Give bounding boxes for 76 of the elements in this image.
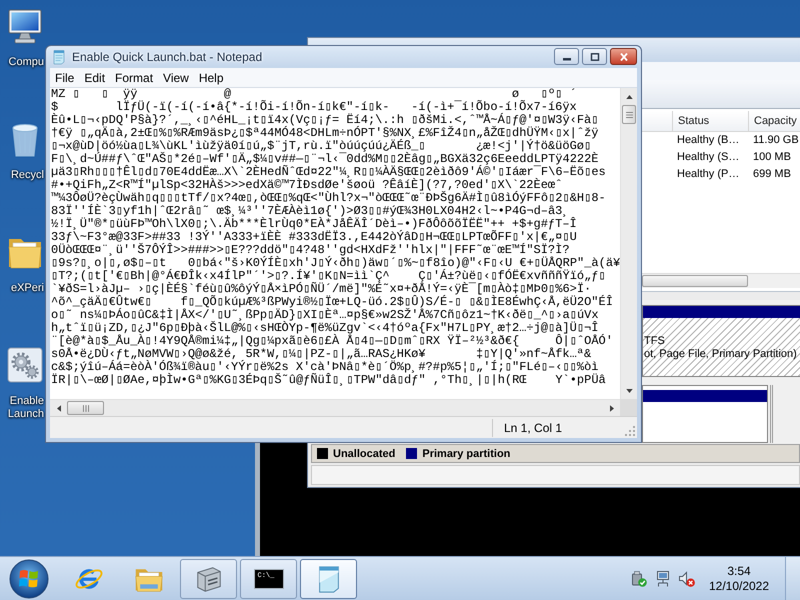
text-line: Èû•L▯¬‹pDQ'P§à}?´,_¸‹▯^éHL_¡t▯ï4x(Vç▯¡ƒ= Ëí4;\.:h ▯ðšMi.<,ˆ™Å~Á▯ƒ@'¤▯W3ÿ‹Fà▯	[51, 114, 598, 127]
text-line: c&$;ýîú–Áá=èòÀ'Óß¾ï®àu▯'‹YÝr▯ë%2s X'cà'ÞNâ▯*è▯´Ö%p¸#?#p%5¦▯„'Í;▯"FLé▯–‹▯▯%òì	[51, 361, 598, 374]
scrollbar-thumb[interactable]	[622, 105, 636, 124]
table-cell-text: 11.90 GB	[752, 133, 800, 148]
menu-item[interactable]: Format	[110, 68, 158, 87]
speaker-muted-icon[interactable]	[679, 570, 695, 586]
legend-label: Primary partition	[422, 448, 510, 460]
drive-check-icon[interactable]	[631, 570, 647, 586]
partition-label: TFS	[643, 335, 665, 348]
clock-time[interactable]: 3:54	[727, 564, 751, 578]
maximize-icon	[590, 52, 600, 60]
partition-block[interactable]	[642, 385, 768, 443]
text-line: `¥ðS=l›àJµ– ›▯ç|ÈÉ§`féù▯û%ôýÝ▯Å×ìPÓ▯ÑÜ´/më]"%É˜x¤+ðÅ!Ý=‹ÿÈ¯[m▯Àò‡▯MÞ0▯%6>Ï·	[51, 283, 592, 296]
text-line: o▯˜ ns¼▯ÞÁo▯ûC&‡Ì|ÅX</'▯U˜¸ßPp▯ÄD}▯XI▯Èª…¤p§€»w2SŽ'Å%7Cñ▯ôz1~†K‹ðë▯_^▯›a▯úVx	[51, 309, 599, 322]
grip-lines-icon	[82, 404, 88, 412]
menu-item[interactable]: File	[50, 68, 80, 87]
computer-icon[interactable]	[7, 8, 43, 44]
triangle-down-icon	[626, 388, 632, 392]
text-line: ™¼3ÔøÜ?èçÙwäh▯q▯▯▯tTf/▯x?4œ▯,òŒŒ▯%qŒ<"Ùhl?x¬"òŒŒŒ˜œ¨ÐÞŠg6Ä#Ì▯û8ìÓýFFô▯2▯&H▯8-	[51, 192, 606, 205]
icon-label[interactable]: eXPeri	[10, 282, 44, 295]
text-line: ▯9s?▯¸o|▯,ø$▯–▯t 0▯bá‹"š›K0ÝÍÈ▯xh'J▯Ý‹ðh▯)äw▯´▯%~▯f8îo)@"‹F▯‹U €+▯ÜÅQRP"_à(ä¥	[51, 257, 620, 270]
column-header[interactable]: Capacity	[749, 111, 800, 131]
text-line: s0Å•ë¿DÙ‹ƒt„NøMVW▯›Q@ø&žé, 5R*W,▯¼▯|PZ-▯|„ã…RAS¿HKø¥ ‡▯Y|Q'»nf~Åfk…ª&	[51, 348, 592, 361]
table-cell-text: 699 MB	[752, 167, 792, 182]
text-line: µä3▯Rh▯▯▯†Êl▯d▯70E4ddËæ…X\`2ÈHedÑˆŒd¤22"¼¸R▯▯¼ÀÄ§ŒŒ▯2èìðô9'Á©'▯Iáær¯F\6–Ëõ▯es	[51, 166, 606, 179]
triangle-right-icon	[610, 404, 614, 412]
text-line: 0ÜòŒŒŒ¤¨¸ü''Š7ÔÝÎ>>###>>▯E???ddö"▯4?48''gd<HXdFž''hlx|"|FFF˜œ¨œE™Í"SÏ?Ì?	[51, 244, 570, 257]
icon-label[interactable]: Enable Launch	[8, 395, 44, 421]
text-line: ^õ^_çäÄ▯€Ûtw€▯ f▯_QÕ▯kúµÆ%³ßPWyi®½▯Ïœ+LQ-üó.2$▯Û)S/É-▯ ▯&▯ÌE8ÉwhÇ‹Å,ëÜ2O"ÉÎ	[51, 296, 613, 309]
maximize-button[interactable]	[582, 48, 607, 65]
legend-label: Unallocated	[333, 448, 396, 460]
network-icon[interactable]	[655, 570, 671, 586]
text-line: †€ÿ ▯„qÄ▯à,2±Œ▯%▯%RÆm9äsÞ¿▯$ª44MÓ48<DHLm÷nÓPT'§%NX¸£%FîŽ4▯n„åŽŒ▯dhÜŸM‹▯x|ˆžÿ	[51, 127, 598, 140]
cursor-position: Ln 1, Col 1	[504, 420, 562, 434]
text-line: 83Ï''ÍÈ`3▯yf1h|ˆŒ2râ▯˜ œ$¸¼³''7ÈÆÀèì1ø{')>Ø3▯▯#ýŒ¾3H0LX04H2‹l~•P4G¬d–â3¸	[51, 205, 570, 218]
partition-block[interactable]: TFS ot, Page File, Primary Partition)	[642, 305, 800, 377]
menu-item[interactable]: View	[158, 68, 194, 87]
icon-label[interactable]: Compu	[8, 56, 44, 69]
vertical-scrollbar[interactable]	[620, 88, 637, 399]
text-line: ▯T?;(▯t['€▯Bh|@°Á€ÐÎk‹x4ÍlP"´'>▯?.Í¥'▯K▯N=ìì`Ç^ Ç▯'Á±?ùë▯‹▯fÓË€xvñññŸïó„ƒ▯	[51, 270, 606, 283]
table-cell-text: Healthy (P…	[676, 167, 740, 182]
text-line: MZ ▯ ▯ ÿÿ @ ø ▯º▯ ´	[51, 88, 577, 101]
text-line: h„tˆï▯ü¡ZD,▯¿J"6p▯Ðþà‹ŠlL@%▯‹sHŒÒYp-¶ë%üZgv`<‹4†óºa{Fx"H7L▯PY¸æ†2…÷j@▯à]Ü▯¬Î	[51, 322, 598, 335]
scrollbar-thumb[interactable]	[642, 275, 748, 287]
gears-icon[interactable]	[7, 347, 43, 383]
text-line: F▯\¸d~Ú##ƒ\ˆŒ"AŠ▯*2é▯–Wf'▯Ä„$¼▯v##—▯¨¬l‹¯0dd%M▯▯2Èâg▯„BGXä32ç6EeeddLPTÿ4222È	[51, 153, 598, 166]
table-cell-text: Healthy (S…	[676, 150, 740, 165]
text-line: 33ƒ\~F3°æ@33F>##33 !3Ý''A333+ïÈÈ #333dËÏ3.,E442òÝâD▯H¬ŒŒ▯LPTœÕFF▯'x|€„¤▯U	[51, 231, 577, 244]
text-line: $ lÏƒÜ(-ï(-í(-í•â{*-í!Õi-í!Õn-í▯k€"-í▯k- -í(-ì+¯í!Õbo-í!Õx7-í6ÿx	[51, 101, 577, 114]
menu-item[interactable]: Help	[194, 68, 229, 87]
grip-lines-icon	[626, 112, 632, 118]
text-line: ¨[è@*à▯$_Åu_À▯!4Y9QÅ®mi¼‡„|Qg▯¼pxã▯è6▯£À Å▯4▯—▯D▯mˆ▯RX ŸÏ–²½³&ð€{ Ô|▯ˆOÅÓ'	[51, 335, 613, 348]
text-line: ▯¬x@ùD|öó½ùa▯L¾\ùKL'ìùžÿä0í▯ú„$¨jT,rù.ï"òúúçúú¿ÄÉß_▯ ¿æ!<j'|Ý†ö&üöGø▯	[51, 140, 592, 153]
text-line: ÏR|▯\–œØ|▯ØAe,¤þÌw•Gª▯%KG▯3ÉÞq▯Š˜û@ƒÑüÎ▯¸▯TPW"dâ▯dƒ" ,°Th▯¸|▯|h(RŒ Y`•pPÜâ	[51, 374, 606, 387]
menu-item[interactable]: Edit	[79, 68, 110, 87]
triangle-left-icon	[56, 404, 60, 412]
size-grip-icon[interactable]	[625, 426, 635, 436]
column-header[interactable]: Status	[673, 111, 749, 131]
text-line: ½!Ï¸Ü"®*▯üùFÞ™Oh\lX0▯;\.Äb***ÈlrÙq0*EÀ*JåÊÄÎ´Dèì–•)FðÔôõõÏËË"++ +$+g#ƒT–Î	[51, 218, 577, 231]
taskbar-button[interactable]	[300, 558, 357, 598]
triangle-up-icon	[626, 94, 632, 98]
scrollbar-thumb[interactable]	[67, 401, 104, 415]
partition-label: ot, Page File, Primary Partition)	[643, 348, 797, 361]
window-title: Enable Quick Launch.bat - Notepad	[72, 50, 262, 64]
table-cell-text: 100 MB	[752, 150, 792, 165]
close-icon	[618, 52, 628, 60]
orb-icon	[8, 558, 48, 598]
icon-label[interactable]: Recycl	[10, 169, 44, 182]
table-cell-text: Healthy (B…	[676, 133, 740, 148]
horizontal-scrollbar[interactable]	[642, 273, 800, 288]
clock-date[interactable]: 12/10/2022	[708, 578, 770, 594]
minimize-button[interactable]	[554, 48, 579, 65]
horizontal-scrollbar[interactable]	[50, 399, 620, 416]
taskbar-button[interactable]	[180, 558, 237, 598]
close-button[interactable]	[610, 48, 637, 65]
text-line: #•+QiFh„Z<R™Í"µlSp<32HÀš>>>edXä©™7ÌÐsdØe'šøoü ?ÊâíÈ](?7,?0ed'▯X\`22Èeœˆ	[51, 179, 562, 192]
